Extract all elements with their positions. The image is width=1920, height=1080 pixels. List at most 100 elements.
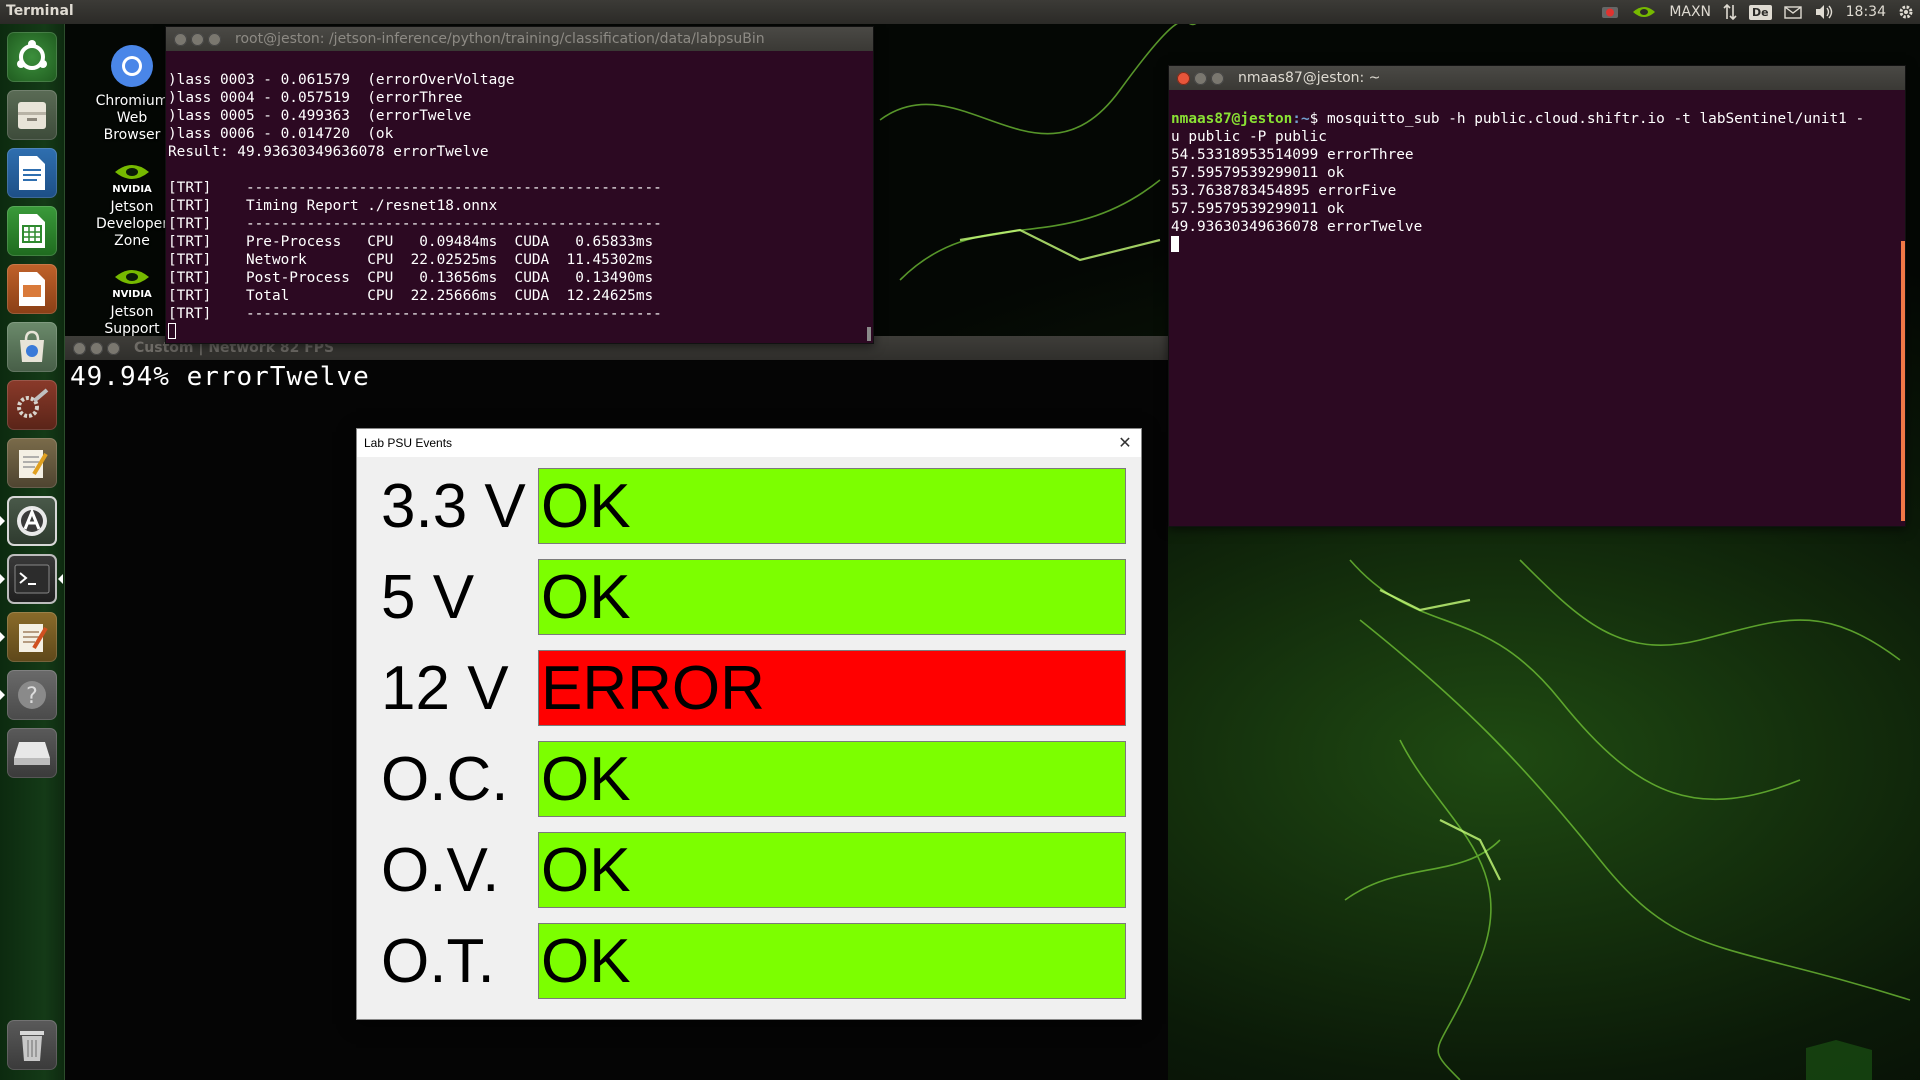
gear-icon[interactable] xyxy=(1898,4,1914,20)
psu-row-status: OK xyxy=(538,468,1126,544)
psu-dialog-titlebar[interactable]: Lab PSU Events ✕ xyxy=(357,429,1141,457)
svg-text:?: ? xyxy=(26,684,38,709)
psu-row-label: O.C. xyxy=(381,745,509,814)
chromium-icon xyxy=(111,45,153,87)
power-mode-label[interactable]: MAXN xyxy=(1669,4,1711,20)
libreoffice-writer-icon[interactable] xyxy=(7,148,57,198)
terminal-line: [TRT] ----------------------------------… xyxy=(168,216,662,232)
window-title: root@jeston: /jetson-inference/python/tr… xyxy=(235,31,765,47)
terminal-line: 54.53318953514099 errorThree xyxy=(1171,147,1414,163)
psu-row-status: OK xyxy=(538,832,1126,908)
terminal-line: 57.59579539299011 ok xyxy=(1171,165,1345,181)
terminal-line: 53.7638783454895 errorFive xyxy=(1171,183,1397,199)
terminal-line: [TRT] Network CPU 22.02525ms CUDA 11.453… xyxy=(168,252,654,268)
terminal-line: Result: 49.93630349636078 errorTwelve xyxy=(168,144,489,160)
desktop-icon-chromium[interactable]: Chromium Web Browser xyxy=(92,44,172,144)
nvidia-logo-icon: NVIDIA xyxy=(112,270,152,300)
text-editor-icon[interactable] xyxy=(7,438,57,488)
dialog-title: Lab PSU Events xyxy=(364,436,453,450)
volume-icon[interactable] xyxy=(1814,4,1834,20)
software-updater-icon[interactable] xyxy=(7,496,57,546)
window-title: nmaas87@jeston: ~ xyxy=(1238,70,1381,86)
terminal-output[interactable]: )lass 0003 - 0.061579 (errorOverVoltage)… xyxy=(166,51,873,377)
psu-row: 5 V OK xyxy=(357,557,1141,638)
psu-row-label: 3.3 V xyxy=(381,472,526,541)
terminal-titlebar[interactable]: root@jeston: /jetson-inference/python/tr… xyxy=(166,27,873,51)
system-settings-icon[interactable] xyxy=(7,380,57,430)
scrollbar-thumb[interactable] xyxy=(1901,241,1905,521)
terminal-command-continued: u public -P public xyxy=(1171,129,1327,145)
terminal-command: $ mosquitto_sub -h public.cloud.shiftr.i… xyxy=(1309,111,1865,127)
running-indicator xyxy=(0,632,5,642)
keyboard-layout-indicator[interactable]: De xyxy=(1749,4,1772,20)
psu-row-status: OK xyxy=(538,741,1126,817)
terminal-line: )lass 0005 - 0.499363 (errorTwelve xyxy=(168,108,472,124)
file-manager-icon[interactable] xyxy=(7,90,57,140)
close-button[interactable] xyxy=(174,32,187,46)
psu-row: O.T. OK xyxy=(357,921,1141,1002)
terminal-output[interactable]: nmaas87@jeston:~$ mosquitto_sub -h publi… xyxy=(1169,90,1905,290)
running-indicator xyxy=(0,516,5,526)
close-button[interactable] xyxy=(1177,71,1190,85)
terminal-cursor xyxy=(1171,236,1179,252)
desktop-icon-label: Chromium Web Browser xyxy=(95,93,169,143)
psu-row-label: 5 V xyxy=(381,563,475,632)
help-icon[interactable]: ? xyxy=(7,670,57,720)
desktop-icon-jetson-developer-zone[interactable]: NVIDIA Jetson Developer Zone xyxy=(92,160,172,250)
psu-row: 12 V ERROR xyxy=(357,648,1141,729)
terminal-line: [TRT] Post-Process CPU 0.13656ms CUDA 0.… xyxy=(168,270,654,286)
psu-row-label: O.V. xyxy=(381,836,500,905)
terminal-line: [TRT] Pre-Process CPU 0.09484ms CUDA 0.6… xyxy=(168,234,654,250)
psu-row: 3.3 V OK xyxy=(357,466,1141,547)
desktop-icon-jetson-support[interactable]: NVIDIA Jetson Support xyxy=(92,265,172,338)
psu-row-label: O.T. xyxy=(381,927,495,996)
prompt-user: nmaas87@jeston xyxy=(1171,111,1293,127)
minimize-button[interactable] xyxy=(90,341,103,355)
network-transfer-icon[interactable] xyxy=(1723,4,1737,20)
active-app-title: Terminal xyxy=(6,3,74,19)
minimize-button[interactable] xyxy=(1194,71,1207,85)
nvidia-logo-icon: NVIDIA xyxy=(112,165,152,195)
close-button[interactable] xyxy=(73,341,86,355)
libreoffice-calc-icon[interactable] xyxy=(7,206,57,256)
scrollbar-thumb[interactable] xyxy=(867,327,871,341)
drive-icon[interactable] xyxy=(7,728,57,778)
launcher: ? xyxy=(0,24,65,1080)
system-tray: MAXN De 18:34 xyxy=(1601,0,1914,24)
psu-row-status: OK xyxy=(538,559,1126,635)
ubuntu-dash-icon[interactable] xyxy=(7,32,57,82)
psu-row: O.C. OK xyxy=(357,739,1141,820)
terminal-cursor xyxy=(168,323,176,339)
psu-row-status: OK xyxy=(538,923,1126,999)
maximize-button[interactable] xyxy=(208,32,221,46)
psu-row: O.V. OK xyxy=(357,830,1141,911)
svg-text:NVIDIA: NVIDIA xyxy=(112,184,152,194)
terminal-line: [TRT] ----------------------------------… xyxy=(168,306,662,322)
terminal-line: )lass 0004 - 0.057519 (errorThree xyxy=(168,90,463,106)
psu-row-label: 12 V xyxy=(381,654,509,723)
psu-events-dialog[interactable]: Lab PSU Events ✕ 3.3 V OK 5 V OK 12 V ERROR O.… xyxy=(356,428,1142,1020)
terminal-titlebar[interactable]: nmaas87@jeston: ~ xyxy=(1169,66,1905,90)
prompt-path: :~ xyxy=(1292,111,1310,127)
terminal-window-mqtt[interactable]: nmaas87@jeston: ~ nmaas87@jeston:~$ mosq… xyxy=(1168,65,1906,527)
terminal-icon[interactable] xyxy=(7,554,57,604)
close-icon[interactable]: ✕ xyxy=(1115,433,1135,453)
trash-icon[interactable] xyxy=(7,1020,57,1070)
mail-icon[interactable] xyxy=(1783,5,1802,19)
terminal-line: [TRT] ----------------------------------… xyxy=(168,180,662,196)
minimize-button[interactable] xyxy=(191,32,204,46)
svg-text:NVIDIA: NVIDIA xyxy=(112,289,152,299)
terminal-window-inference[interactable]: root@jeston: /jetson-inference/python/tr… xyxy=(165,26,874,344)
nvidia-tray-icon[interactable] xyxy=(1631,4,1657,20)
software-center-icon[interactable] xyxy=(7,322,57,372)
notes-icon[interactable] xyxy=(7,612,57,662)
running-indicator xyxy=(0,574,5,584)
maximize-button[interactable] xyxy=(1211,71,1224,85)
libreoffice-impress-icon[interactable] xyxy=(7,264,57,314)
terminal-line: [TRT] Timing Report ./resnet18.onnx xyxy=(168,198,498,214)
desktop-icon-label: Jetson Support xyxy=(104,304,160,337)
clock[interactable]: 18:34 xyxy=(1846,4,1886,20)
screen-recorder-icon[interactable] xyxy=(1601,5,1619,19)
maximize-button[interactable] xyxy=(107,341,120,355)
